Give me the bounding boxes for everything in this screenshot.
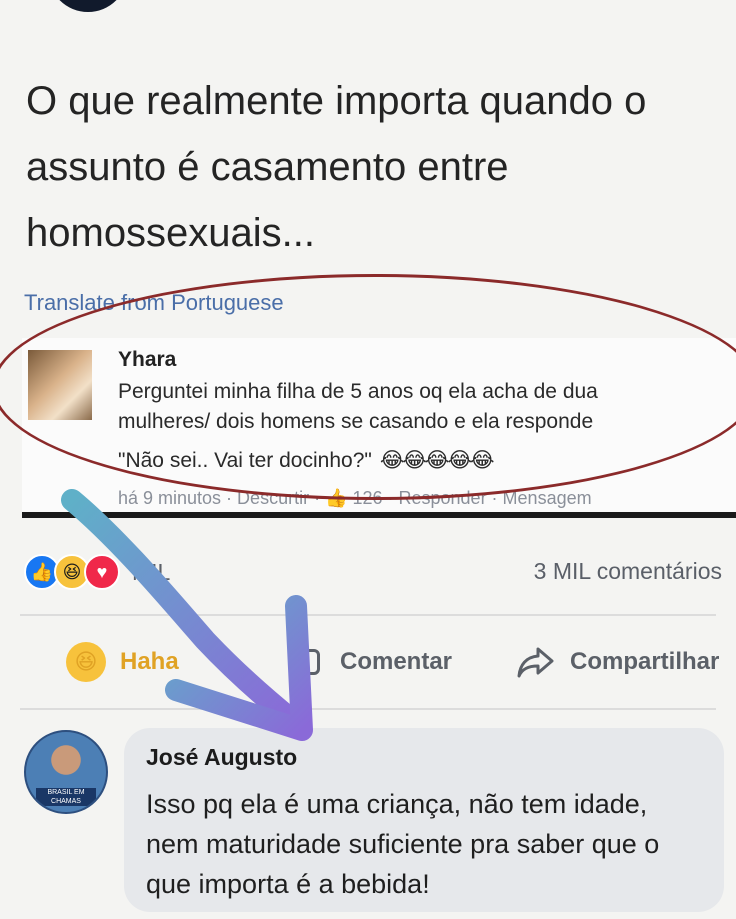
share-button[interactable]: Compartilhar bbox=[516, 640, 719, 684]
reaction-summary[interactable]: 👍 😆 ♥ MIL bbox=[24, 554, 170, 590]
poster-avatar[interactable] bbox=[48, 0, 128, 12]
comments-count[interactable]: 3 MIL comentários bbox=[534, 558, 722, 585]
reaction-count: MIL bbox=[132, 558, 171, 585]
comment-bubble: José Augusto Isso pq ela é uma criança, … bbox=[124, 728, 724, 912]
divider bbox=[20, 708, 716, 710]
love-icon: ♥ bbox=[84, 554, 120, 590]
commenter-avatar[interactable]: BRASIL EM CHAMAS bbox=[24, 730, 108, 814]
haha-button[interactable]: 😆 Haha bbox=[66, 640, 179, 684]
embedded-bottom-border bbox=[22, 512, 736, 518]
comment-icon bbox=[296, 649, 320, 675]
post-text-line: assunto é casamento entre bbox=[26, 145, 509, 189]
post-text-line: O que realmente importa quando o bbox=[26, 79, 647, 123]
post-text-line: homossexuais... bbox=[26, 211, 316, 255]
comment-author[interactable]: José Augusto bbox=[146, 744, 297, 771]
divider bbox=[20, 614, 716, 616]
share-icon bbox=[516, 645, 556, 679]
annotation-oval bbox=[0, 274, 736, 500]
comment-label: Comentar bbox=[340, 648, 453, 675]
haha-label: Haha bbox=[120, 648, 179, 675]
share-label: Compartilhar bbox=[570, 648, 720, 675]
haha-icon: 😆 bbox=[66, 642, 106, 682]
post-text: O que realmente importa quando o assunto… bbox=[26, 68, 716, 266]
avatar-badge: BRASIL EM CHAMAS bbox=[36, 788, 96, 806]
comment-button[interactable]: Comentar bbox=[296, 640, 452, 684]
comment-text: Isso pq ela é uma criança, não tem idade… bbox=[146, 789, 660, 899]
